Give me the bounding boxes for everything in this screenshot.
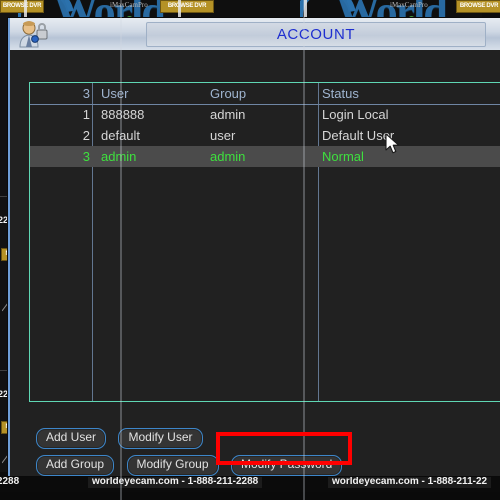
cell-status: Login Local (322, 107, 389, 122)
overlay-scanline-1 (120, 0, 122, 500)
browse-dvr-badge-right[interactable]: BROWSE DVR (456, 0, 500, 13)
overlay-scanline-2 (303, 0, 305, 500)
browse-dvr-badge-left[interactable]: BROWSE DVR (0, 0, 44, 13)
cell-status: Default User (322, 128, 395, 143)
mouse-cursor (385, 133, 399, 154)
caption-left: iMaxCamPro (110, 1, 148, 9)
cell-user: 888888 (101, 107, 145, 122)
user-account-lock-icon (19, 21, 48, 48)
footer-text-left: 1-2288 (0, 476, 20, 487)
header-user: User (101, 86, 129, 101)
cell-group: admin (210, 149, 246, 164)
cell-group: user (210, 128, 236, 143)
header-status: Status (322, 86, 359, 101)
user-table: 3 User Group Status 1 888888 admin Login… (29, 82, 500, 402)
modify-password-button[interactable]: Modify Password (230, 455, 343, 476)
bottom-caption-right (330, 492, 333, 500)
cell-user: admin (101, 149, 137, 164)
cell-group: admin (210, 107, 246, 122)
add-group-button[interactable]: Add Group (36, 455, 115, 476)
page-title: ACCOUNT (276, 26, 356, 43)
footer-text-center: worldeyecam.com - 1-888-211-2288 (88, 475, 263, 488)
table-row[interactable]: 1 888888 admin Login Local (30, 104, 500, 125)
screenshot-root: World World iMaxCamPro iMaxCamPro BROWSE… (0, 0, 500, 500)
table-row[interactable]: 2 default user Default User (30, 125, 500, 146)
dialog-body: 3 User Group Status 1 888888 admin Login… (10, 50, 500, 476)
table-header-row: 3 User Group Status (30, 83, 500, 105)
account-dialog: ACCOUNT 3 User Group Status 1 888888 adm… (8, 18, 500, 476)
dialog-title-box: ACCOUNT (146, 22, 486, 47)
caption-right: iMaxCamPro (390, 1, 428, 9)
dialog-titlebar: ACCOUNT (10, 18, 500, 52)
add-user-button[interactable]: Add User (36, 428, 107, 449)
header-group: Group (210, 86, 247, 101)
table-row-selected[interactable]: 3 admin admin Normal (30, 146, 500, 167)
button-row-users: Add User Modify User (36, 428, 211, 449)
cell-num: 2 (82, 128, 90, 143)
user-table-inner: 3 User Group Status 1 888888 admin Login… (30, 83, 500, 401)
cell-status: Normal (322, 149, 364, 164)
modify-group-button[interactable]: Modify Group (126, 455, 219, 476)
cell-num: 3 (82, 149, 90, 164)
background-bottom-row (0, 492, 500, 500)
browse-dvr-badge-mid[interactable]: BROWSE DVR (160, 0, 214, 13)
bottom-caption-left (92, 492, 95, 500)
cell-num: 1 (82, 107, 90, 122)
modify-user-button[interactable]: Modify User (118, 428, 203, 449)
cell-user: default (101, 128, 141, 143)
footer-text-right: worldeyecam.com - 1-888-211-22 (328, 475, 492, 488)
header-count: 3 (82, 86, 90, 101)
